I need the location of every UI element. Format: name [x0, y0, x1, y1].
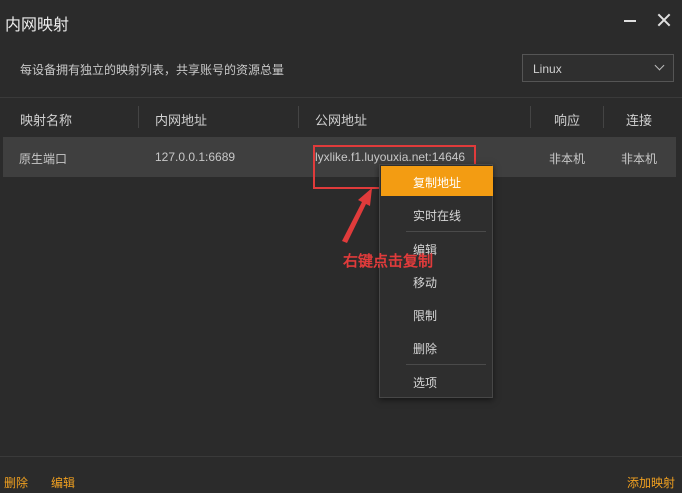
context-menu: 复制地址 实时在线 编辑 移动 限制 删除 选项 — [379, 164, 493, 398]
cell-name: 原生端口 — [19, 152, 68, 166]
delete-button[interactable]: 删除 — [4, 474, 28, 491]
close-icon[interactable] — [656, 12, 672, 28]
menu-item-copy-address[interactable]: 复制地址 — [381, 166, 493, 196]
column-header-local[interactable]: 内网地址 — [155, 110, 207, 129]
column-header-connect[interactable]: 连接 — [626, 110, 652, 129]
footer: 删除 编辑 添加映射 — [0, 456, 682, 493]
menu-item-label: 选项 — [413, 376, 438, 390]
menu-item-label: 实时在线 — [413, 209, 462, 223]
annotation-text: 右键点击复制 — [343, 253, 434, 270]
column-divider — [298, 106, 299, 128]
column-divider — [138, 106, 139, 128]
table-header: 映射名称 内网地址 公网地址 响应 连接 — [0, 97, 682, 137]
column-header-response[interactable]: 响应 — [554, 110, 580, 129]
menu-item-limit[interactable]: 限制 — [381, 299, 493, 329]
column-divider — [603, 106, 604, 128]
menu-item-label: 删除 — [413, 342, 438, 356]
menu-separator — [406, 231, 486, 232]
description-text: 每设备拥有独立的映射列表，共享账号的资源总量 — [20, 63, 285, 77]
column-header-name[interactable]: 映射名称 — [20, 110, 72, 129]
column-divider — [530, 106, 531, 128]
menu-item-delete[interactable]: 删除 — [381, 332, 493, 362]
annotation-arrow-icon — [342, 188, 372, 243]
menu-item-options[interactable]: 选项 — [381, 366, 493, 396]
menu-item-label: 移动 — [413, 276, 438, 290]
menu-separator — [406, 364, 486, 365]
os-select-value: Linux — [533, 62, 562, 76]
menu-item-realtime-online[interactable]: 实时在线 — [381, 199, 493, 229]
column-header-public[interactable]: 公网地址 — [315, 110, 367, 129]
title-bar: 内网映射 — [0, 0, 682, 42]
menu-item-label: 复制地址 — [413, 176, 462, 190]
cell-connect: 非本机 — [621, 152, 658, 166]
chevron-down-icon — [654, 60, 665, 71]
edit-button[interactable]: 编辑 — [51, 474, 75, 491]
add-mapping-button[interactable]: 添加映射 — [627, 474, 675, 491]
window-title: 内网映射 — [5, 17, 70, 34]
menu-item-label: 限制 — [413, 309, 438, 323]
minimize-icon[interactable] — [622, 12, 638, 28]
os-select[interactable]: Linux — [522, 54, 674, 82]
cell-response: 非本机 — [549, 152, 586, 166]
cell-local-address: 127.0.0.1:6689 — [155, 150, 236, 164]
